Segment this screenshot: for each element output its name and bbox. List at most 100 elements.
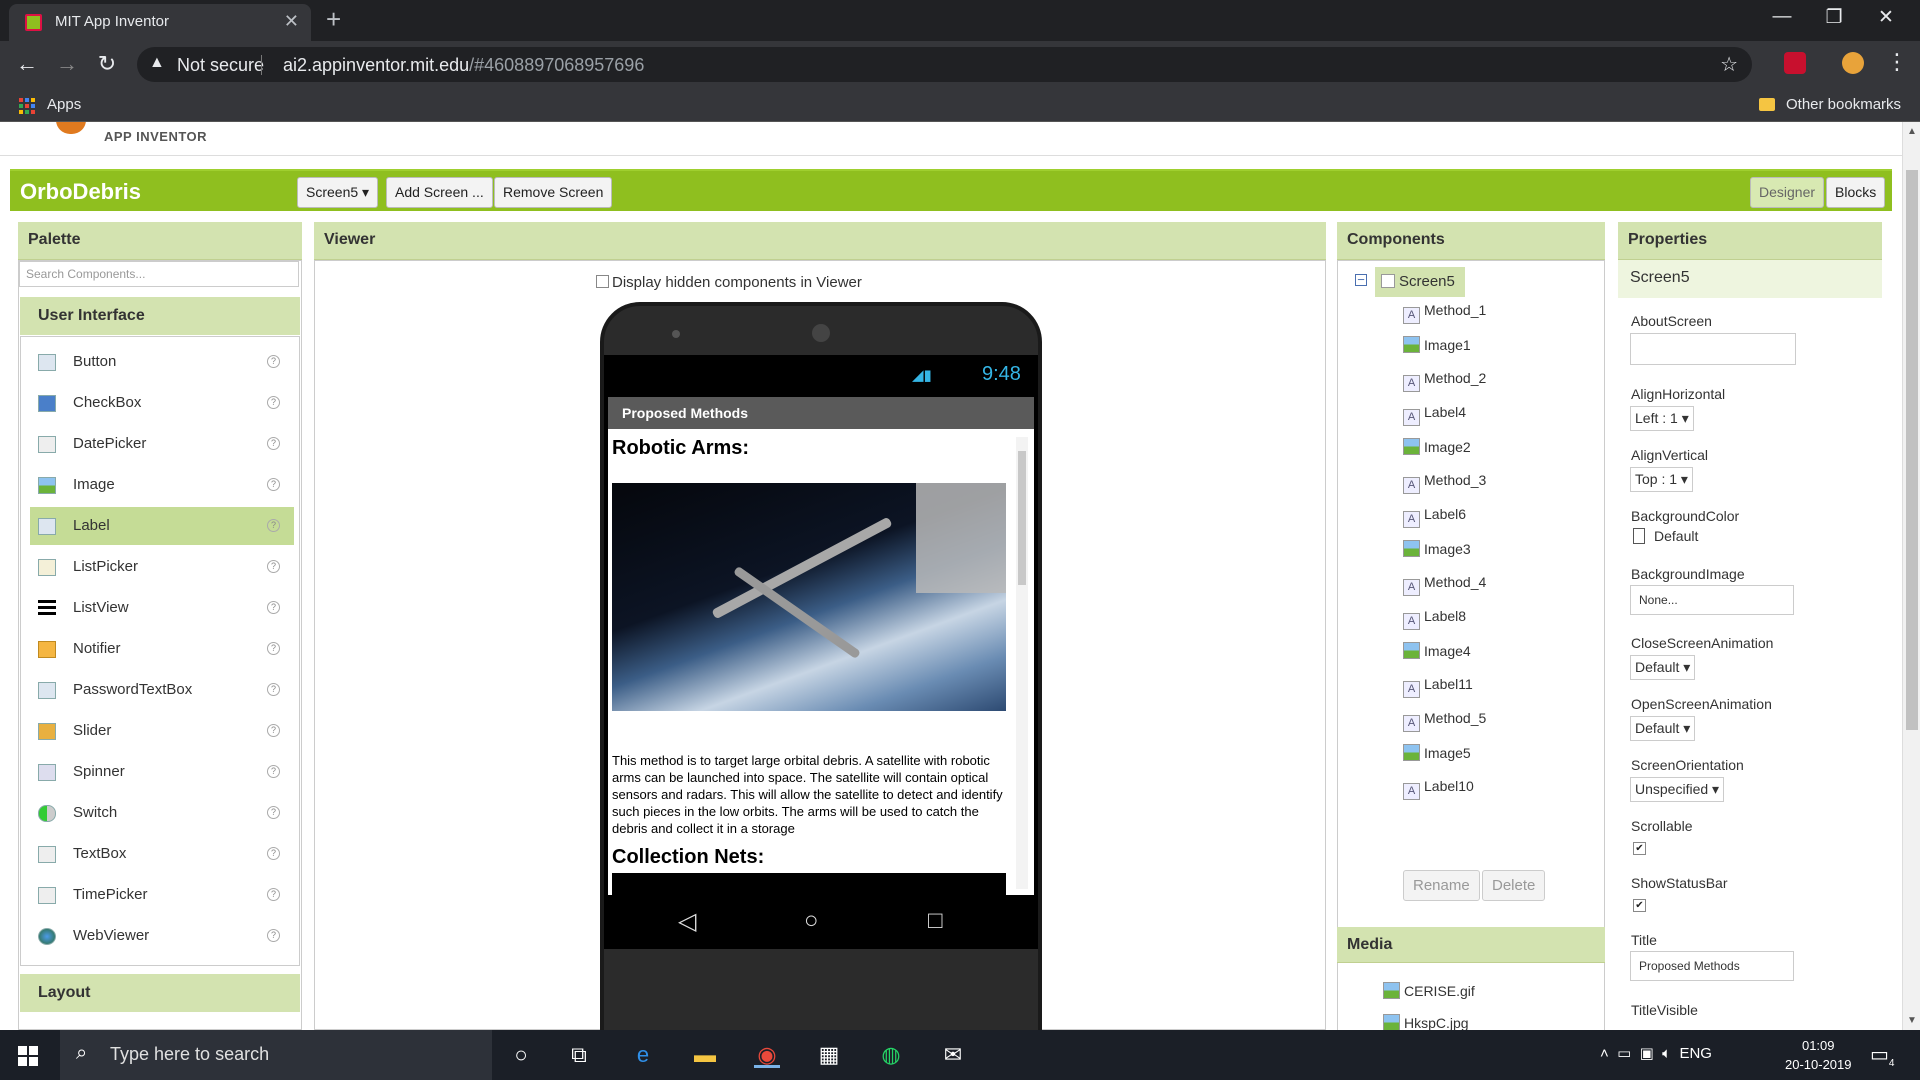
collection-net-image[interactable] [612,873,1006,895]
cortana-icon[interactable]: ○ [508,1042,534,1068]
help-icon[interactable]: ? [267,806,280,819]
url-text[interactable]: ai2.appinventor.mit.edu/#460889706895769… [283,55,644,76]
delete-button[interactable]: Delete [1482,870,1546,901]
edge-icon[interactable]: e [630,1042,656,1068]
background-color-value[interactable]: Default [1654,528,1698,544]
mail-icon[interactable]: ✉ [940,1042,966,1068]
omnibox[interactable]: ▲ Not secure ai2.appinventor.mit.edu/#46… [137,47,1752,82]
checkbox-icon[interactable] [596,275,609,288]
help-icon[interactable]: ? [267,888,280,901]
open-animation-select[interactable]: Default ▾ [1630,716,1696,741]
help-icon[interactable]: ? [267,437,280,450]
page-scrollbar-thumb[interactable] [1906,170,1918,730]
new-tab-icon[interactable]: + [326,6,341,32]
background-image-input[interactable]: None... [1630,585,1794,615]
tree-node-label10[interactable]: A Label10 [1403,778,1474,800]
scrollbar-thumb[interactable] [1018,451,1026,585]
system-clock[interactable]: 01:09 20-10-2019 [1785,1036,1852,1074]
tree-node-image1[interactable]: Image1 [1403,336,1471,353]
palette-item-image[interactable]: Image? [30,466,294,504]
restore-icon[interactable]: ❐ [1814,6,1854,29]
window-close-icon[interactable]: ✕ [1866,6,1906,29]
tree-node-method5[interactable]: A Method_5 [1403,710,1486,732]
palette-item-label-selected[interactable]: Label? [30,507,294,545]
chrome-menu-icon[interactable]: ⋮ [1882,49,1912,75]
add-screen-button[interactable]: Add Screen ... [386,177,493,208]
tree-node-method4[interactable]: A Method_4 [1403,574,1486,596]
task-view-icon[interactable]: ⧉ [566,1042,592,1068]
palette-item-spinner[interactable]: Spinner? [30,753,294,791]
warning-icon[interactable]: ▲ [149,54,165,72]
help-icon[interactable]: ? [267,642,280,655]
title-input[interactable]: Proposed Methods [1630,951,1794,981]
tree-node-label11[interactable]: A Label11 [1403,676,1473,698]
help-icon[interactable]: ? [267,519,280,532]
close-animation-select[interactable]: Default ▾ [1630,655,1696,680]
help-icon[interactable]: ? [267,355,280,368]
palette-item-listpicker[interactable]: ListPicker? [30,548,294,586]
palette-item-listview[interactable]: ListView? [30,589,294,627]
palette-item-notifier[interactable]: Notifier? [30,630,294,668]
color-swatch[interactable] [1633,528,1645,544]
whatsapp-icon[interactable]: ◍ [878,1042,904,1068]
heading-collection-nets[interactable]: Collection Nets: [612,846,764,869]
apps-grid-icon[interactable] [19,98,35,114]
tree-node-image3[interactable]: Image3 [1403,540,1471,557]
palette-item-checkbox[interactable]: CheckBox? [30,384,294,422]
pocket-extension-icon[interactable] [1784,52,1806,74]
screen-dropdown[interactable]: Screen5 ▾ [297,177,379,208]
tree-node-image5[interactable]: Image5 [1403,744,1471,761]
tree-node-method2[interactable]: A Method_2 [1403,370,1486,392]
robotic-arm-image[interactable] [612,483,1006,711]
orientation-select[interactable]: Unspecified ▾ [1630,777,1725,802]
not-secure-label[interactable]: Not secure [177,55,264,76]
help-icon[interactable]: ? [267,847,280,860]
help-icon[interactable]: ? [267,724,280,737]
tree-node-label4[interactable]: A Label4 [1403,404,1466,426]
heading-robotic-arms[interactable]: Robotic Arms: [612,437,749,460]
profile-avatar[interactable] [1842,52,1864,74]
browser-tab[interactable]: MIT App Inventor ✕ [9,4,311,41]
palette-item-webviewer[interactable]: WebViewer? [30,917,294,955]
back-icon[interactable]: ← [12,51,42,77]
notification-center-icon[interactable]: ▭4 [1870,1042,1894,1069]
help-icon[interactable]: ? [267,396,280,409]
screen-scrollbar[interactable] [1016,437,1028,889]
show-status-bar-checkbox[interactable]: ✔ [1633,899,1646,912]
align-horizontal-select[interactable]: Left : 1 ▾ [1630,406,1694,431]
tree-node-image4[interactable]: Image4 [1403,642,1471,659]
tree-node-screen5[interactable]: Screen5 [1375,267,1465,297]
palette-item-switch[interactable]: Switch? [30,794,294,832]
scroll-down-icon[interactable]: ▼ [1907,1015,1917,1026]
tree-node-label8[interactable]: A Label8 [1403,608,1466,630]
bookmark-star-icon[interactable]: ☆ [1720,52,1738,77]
forward-icon[interactable]: → [52,51,82,77]
palette-search-input[interactable]: Search Components... [19,261,299,287]
minimize-icon[interactable]: — [1762,6,1802,28]
tree-node-label6[interactable]: A Label6 [1403,506,1466,528]
media-item-hkspc[interactable]: HkspC.jpg [1383,1014,1469,1030]
palette-section-layout[interactable]: Layout [20,974,300,1012]
tree-node-method3[interactable]: A Method_3 [1403,472,1486,494]
help-icon[interactable]: ? [267,765,280,778]
rename-button[interactable]: Rename [1403,870,1480,901]
screen-title-bar[interactable]: Proposed Methods [608,397,1034,429]
help-icon[interactable]: ? [267,683,280,696]
display-hidden-checkbox[interactable]: Display hidden components in Viewer [596,274,862,291]
palette-item-passwordtextbox[interactable]: PasswordTextBox? [30,671,294,709]
palette-item-timepicker[interactable]: TimePicker? [30,876,294,914]
other-bookmarks[interactable]: Other bookmarks [1786,96,1901,113]
tab-close-icon[interactable]: ✕ [284,11,299,32]
help-icon[interactable]: ? [267,478,280,491]
help-icon[interactable]: ? [267,601,280,614]
designer-button[interactable]: Designer [1750,177,1825,208]
remove-screen-button[interactable]: Remove Screen [494,177,613,208]
about-screen-textarea[interactable] [1630,333,1796,365]
collapse-icon[interactable]: − [1355,273,1367,286]
blocks-button[interactable]: Blocks [1826,177,1886,208]
store-icon[interactable]: ▦ [816,1042,842,1068]
language-indicator[interactable]: ENG [1679,1045,1712,1062]
tree-node-method1[interactable]: A Method_1 [1403,302,1486,324]
taskbar-search[interactable]: ⌕ Type here to search [60,1030,492,1080]
file-explorer-icon[interactable]: ▬ [692,1042,718,1068]
